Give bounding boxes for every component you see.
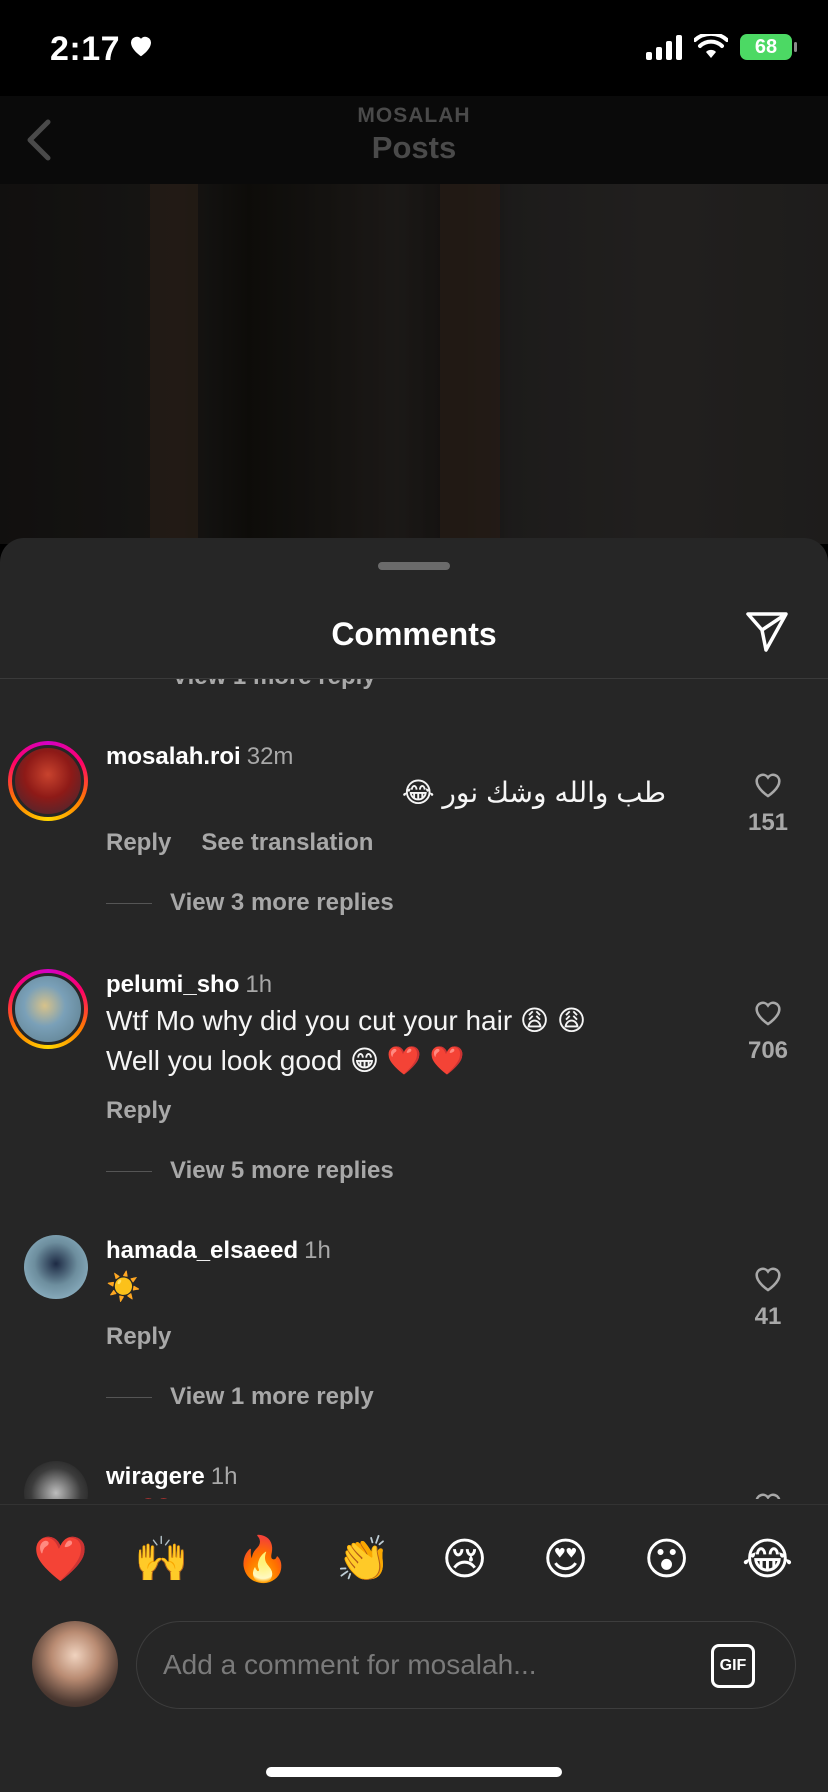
comment-text: Wtf Mo why did you cut your hair 😩 😩 Wel… <box>106 1005 587 1076</box>
avatar[interactable] <box>24 1461 88 1499</box>
like-count: 706 <box>747 1037 789 1064</box>
gif-icon[interactable]: GIF <box>711 1644 755 1688</box>
avatar[interactable] <box>8 969 88 1049</box>
like-heart-icon[interactable] <box>751 1487 785 1499</box>
reply-button[interactable]: Reply <box>106 1097 171 1124</box>
home-indicator <box>266 1767 562 1777</box>
like-heart-icon[interactable] <box>751 1261 785 1295</box>
quick-reactions: ❤️ 🙌 🔥 👏 😢 😍 😮 😂 <box>0 1535 828 1585</box>
comment-time: 1h <box>304 1237 331 1264</box>
comment-like[interactable]: 41 <box>738 1261 798 1331</box>
avatar[interactable] <box>24 1235 88 1299</box>
nav-header: MOSALAH Posts <box>0 96 828 184</box>
battery-indicator: 68 <box>740 34 797 60</box>
comment-actions: Reply <box>106 1323 171 1351</box>
comment-input[interactable] <box>163 1622 683 1708</box>
comment-header: mosalah.roi 32m <box>106 743 293 771</box>
heart-icon <box>131 36 151 57</box>
reaction-heart[interactable]: ❤️ <box>26 1535 96 1585</box>
like-count: 41 <box>754 1303 782 1330</box>
avatar[interactable] <box>8 741 88 821</box>
reaction-laughing[interactable]: 😂 <box>733 1535 803 1585</box>
comment-time: 1h <box>210 1463 238 1490</box>
comment-text: 😂❤️ <box>106 1493 666 1499</box>
comment-like[interactable]: 706 <box>738 995 798 1065</box>
wifi-icon <box>694 34 728 58</box>
page-title: Posts <box>371 130 457 165</box>
reply-button[interactable]: Reply <box>106 829 171 856</box>
comment-time: 32m <box>246 743 294 770</box>
status-bar: 2:17 68 <box>0 0 828 96</box>
comment-username[interactable]: mosalah.roi <box>106 743 241 770</box>
comment-header: hamada_elsaeed 1h <box>106 1237 331 1265</box>
comment-input-container[interactable]: GIF <box>136 1621 796 1709</box>
like-heart-icon[interactable] <box>751 767 785 801</box>
comment-composer: ❤️ 🙌 🔥 👏 😢 😍 😮 😂 GIF <box>0 1504 828 1792</box>
share-send-icon[interactable] <box>744 608 790 654</box>
comment-header: wiragere 1h <box>106 1463 237 1491</box>
status-time: 2:17 <box>50 30 121 68</box>
comment-text: طب والله وشك نور 😂 <box>401 777 666 808</box>
profile-username: MOSALAH <box>357 104 471 127</box>
sheet-title: Comments <box>331 616 497 652</box>
comment-actions: Reply See translation <box>106 829 373 857</box>
view-replies-link[interactable]: View 1 more reply <box>172 679 376 691</box>
comment-time: 1h <box>245 971 273 998</box>
comment-like[interactable] <box>738 1487 798 1499</box>
comment-text: ☀️ <box>106 1271 141 1302</box>
like-heart-icon[interactable] <box>751 995 785 1029</box>
signal-icon <box>646 34 682 60</box>
view-replies-link[interactable]: View 3 more replies <box>106 889 394 917</box>
post-image <box>0 184 828 544</box>
status-indicators: 68 <box>646 34 797 60</box>
reaction-clap[interactable]: 👏 <box>329 1535 399 1585</box>
see-translation-button[interactable]: See translation <box>201 829 373 856</box>
sheet-grabber[interactable] <box>378 562 450 570</box>
view-replies-link[interactable]: View 1 more reply <box>106 1383 374 1411</box>
comment-username[interactable]: wiragere <box>106 1463 205 1490</box>
reply-button[interactable]: Reply <box>106 1323 171 1350</box>
comment-username[interactable]: pelumi_sho <box>106 971 239 998</box>
comments-list[interactable]: View 1 more reply mosalah.roi32m طب والل… <box>0 679 828 1499</box>
reaction-heart-eyes[interactable]: 😍 <box>531 1535 601 1585</box>
view-replies-link[interactable]: View 5 more replies <box>106 1157 394 1185</box>
reaction-surprised[interactable]: 😮 <box>632 1535 702 1585</box>
reaction-crying[interactable]: 😢 <box>430 1535 500 1585</box>
comment-header: pelumi_sho 1h <box>106 971 272 999</box>
reaction-raised-hands[interactable]: 🙌 <box>127 1535 197 1585</box>
comment-username[interactable]: hamada_elsaeed <box>106 1237 298 1264</box>
like-count: 151 <box>747 809 789 836</box>
comment-actions: Reply <box>106 1097 171 1125</box>
current-user-avatar <box>32 1621 118 1707</box>
reaction-fire[interactable]: 🔥 <box>228 1535 298 1585</box>
comment-like[interactable]: 151 <box>738 767 798 837</box>
